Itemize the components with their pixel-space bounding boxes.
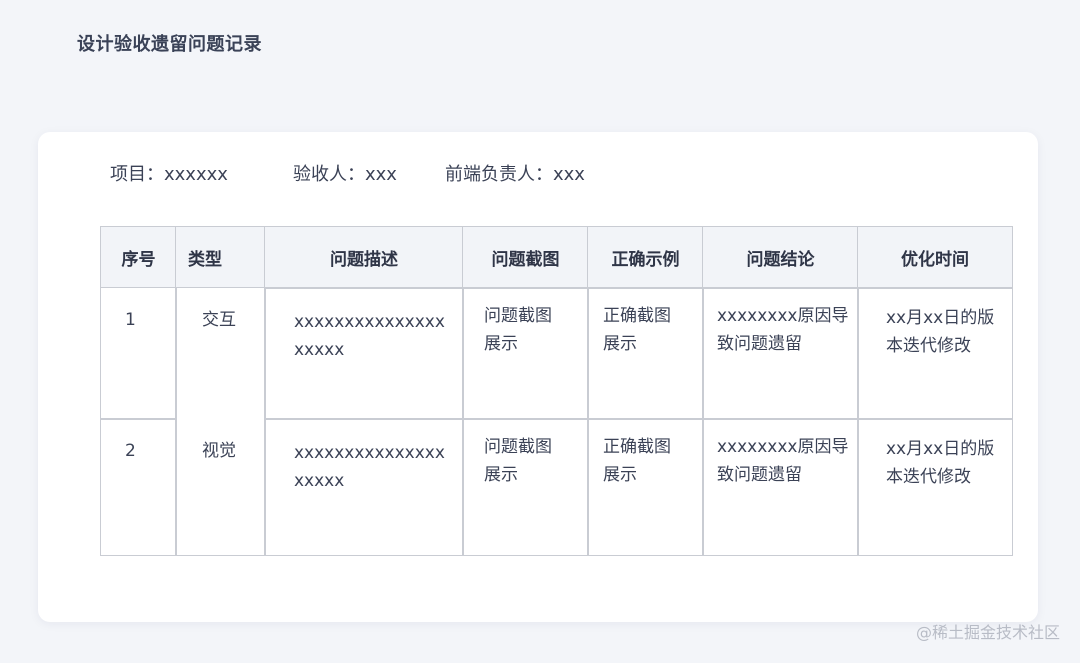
row2-time-line1: xx月xx日的版 [886, 439, 995, 459]
row1-time-line2: 本迭代修改 [886, 336, 971, 356]
header-type: 类型 [175, 226, 266, 288]
row1-correct-line1: 正确截图 [603, 306, 671, 326]
row2-correct-line1: 正确截图 [603, 437, 671, 457]
watermark: @稀土掘金技术社区 [915, 623, 1060, 642]
row1-conclusion-line1: xxxxxxxx原因导 [717, 306, 849, 326]
row1-screenshot-line2: 展示 [484, 334, 518, 354]
row1-conclusion-line2: 致问题遗留 [717, 334, 802, 354]
row2-index: 2 [125, 441, 136, 461]
row2-conclusion-line2: 致问题遗留 [717, 465, 802, 485]
row2-description-line1: xxxxxxxxxxxxxxx [294, 443, 445, 463]
row1-correct-line2: 展示 [603, 334, 637, 354]
row2-description-line2: xxxxx [294, 471, 345, 491]
row1-time-line1: xx月xx日的版 [886, 308, 995, 328]
header-index: 序号 [100, 226, 177, 288]
issue-table: 序号 类型 问题描述 问题截图 正确示例 问题结论 优化时间 1 交互 xxxx… [100, 226, 1013, 556]
header-optimize-time: 优化时间 [857, 226, 1013, 289]
project-label: 项目：xxxxxx [110, 164, 228, 185]
row1-index-cell [100, 287, 177, 420]
header-description: 问题描述 [264, 226, 464, 289]
header-correct-example: 正确示例 [587, 226, 704, 289]
row1-description-line1: xxxxxxxxxxxxxxx [294, 312, 445, 332]
frontend-owner-label: 前端负责人：xxx [445, 164, 585, 185]
header-conclusion: 问题结论 [702, 226, 859, 289]
page-title: 设计验收遗留问题记录 [77, 34, 262, 55]
header-screenshot: 问题截图 [462, 226, 589, 289]
row2-screenshot-line1: 问题截图 [484, 437, 552, 457]
row2-conclusion-line1: xxxxxxxx原因导 [717, 437, 849, 457]
row2-screenshot-line2: 展示 [484, 465, 518, 485]
row1-index: 1 [125, 310, 136, 330]
row1-type: 交互 [202, 310, 236, 330]
row1-description-line2: xxxxx [294, 340, 345, 360]
reviewer-label: 验收人：xxx [293, 164, 397, 185]
row1-screenshot-line1: 问题截图 [484, 306, 552, 326]
row2-type: 视觉 [202, 441, 236, 461]
row2-index-cell [100, 418, 177, 556]
row2-correct-line2: 展示 [603, 465, 637, 485]
row2-time-line2: 本迭代修改 [886, 467, 971, 487]
